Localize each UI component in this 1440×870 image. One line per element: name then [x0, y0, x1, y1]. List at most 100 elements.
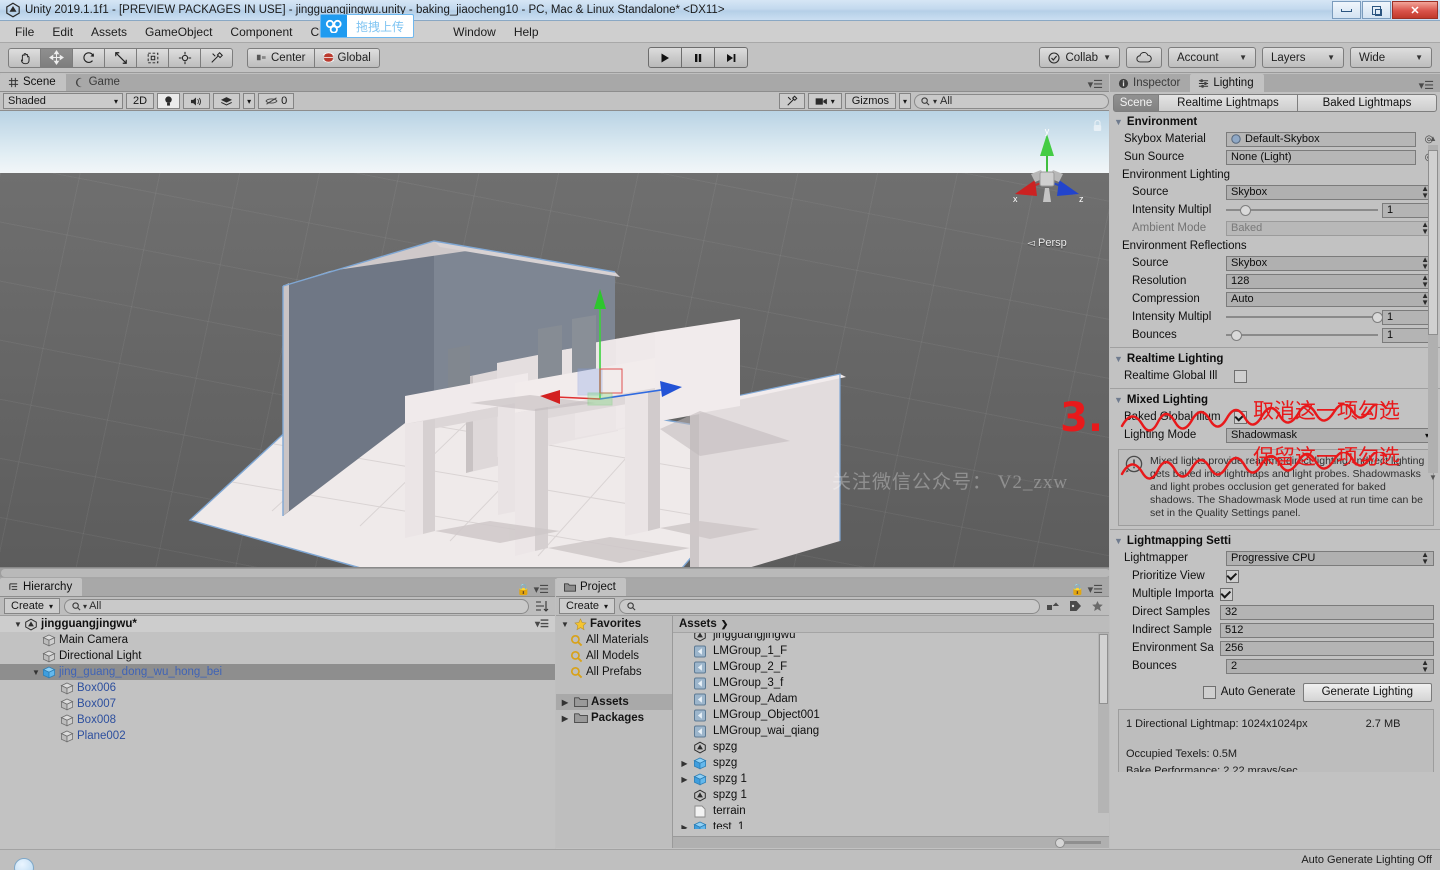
gizmos-dropdown-arrow[interactable]: ▾ [898, 93, 911, 109]
asset-row[interactable]: LMGroup_Adam [673, 691, 1109, 707]
scene-view-gizmo[interactable]: y x z [1007, 126, 1087, 226]
lm-bounces-dropdown[interactable]: 2 ▲ ▼ [1226, 658, 1434, 674]
chevron-right-icon[interactable]: ▶ [679, 759, 690, 768]
hierarchy-search-input[interactable]: ▾ All [64, 598, 529, 614]
subtab-realtime-lightmaps[interactable]: Realtime Lightmaps [1158, 94, 1298, 112]
tab-inspector[interactable]: Inspector [1110, 74, 1190, 92]
direct-samples-field[interactable]: 32 [1220, 604, 1434, 620]
scale-tool-icon[interactable] [104, 47, 137, 68]
move-tool-icon[interactable] [40, 47, 73, 68]
tab-scene[interactable]: Scene [0, 73, 66, 91]
tab-project[interactable]: Project [556, 578, 626, 596]
scene-gizmo-tools-icon[interactable] [778, 93, 805, 109]
handle-mode-button[interactable]: Global [313, 47, 380, 68]
close-button[interactable]: ✕ [1392, 1, 1438, 19]
scene-audio-toggle[interactable] [183, 93, 211, 109]
lighting-mode-dropdown[interactable]: Shadowmask ▾ [1226, 427, 1434, 443]
hierarchy-item-jing_guang_dong_wu_hong_bei[interactable]: ▼ jing_guang_dong_wu_hong_bei [0, 664, 555, 680]
scene-fx-dropdown[interactable]: ▾ [243, 93, 256, 109]
cloud-services-button[interactable] [1126, 47, 1162, 68]
scene-hidden-objects[interactable]: 0 [258, 93, 295, 109]
project-create-button[interactable]: Create ▾ [559, 598, 616, 614]
toggle-2d-button[interactable]: 2D [126, 93, 155, 109]
rotate-tool-icon[interactable] [72, 47, 105, 68]
indirect-samples-field[interactable]: 512 [1220, 622, 1434, 638]
favorites-header[interactable]: ▼ Favorites [556, 616, 672, 632]
env-source-dropdown[interactable]: Skybox ▲ ▼ [1226, 184, 1434, 200]
refl-intensity-slider[interactable] [1226, 310, 1383, 325]
asset-row[interactable]: ▶ test_1 [673, 819, 1109, 829]
gizmos-dropdown[interactable]: Gizmos [844, 93, 896, 109]
project-folder-assets[interactable]: ▶ Assets [556, 694, 672, 710]
scroll-down-icon[interactable]: ▼ [1428, 473, 1438, 484]
asset-row[interactable]: spzg 1 [673, 787, 1109, 803]
asset-row[interactable]: LMGroup_1_F [673, 643, 1109, 659]
compression-dropdown[interactable]: Auto ▲ ▼ [1226, 291, 1434, 307]
hierarchy-item-box008[interactable]: Box008 [0, 712, 555, 728]
refl-bounces-slider[interactable] [1226, 328, 1378, 343]
section-lightmapping-settings[interactable]: ▼ Lightmapping Setti [1110, 533, 1440, 549]
play-button[interactable] [648, 47, 682, 68]
hierarchy-panel-menu[interactable]: 🔒 ▾☰ [517, 583, 555, 596]
hierarchy-item-maincamera[interactable]: Main Camera [0, 632, 555, 648]
hierarchy-item-box006[interactable]: Box006 [0, 680, 555, 696]
favorite-star-icon[interactable] [1088, 598, 1106, 614]
breadcrumb-assets[interactable]: Assets [679, 618, 717, 630]
hierarchy-item-directionallight[interactable]: Directional Light [0, 648, 555, 664]
subtab-baked-lightmaps[interactable]: Baked Lightmaps [1297, 94, 1437, 112]
sun-source-field[interactable]: None (Light) [1226, 149, 1416, 165]
hand-tool-icon[interactable] [8, 47, 41, 68]
filter-by-type-icon[interactable] [1044, 598, 1062, 614]
layout-button[interactable]: Wide ▼ [1350, 47, 1432, 68]
scene-fx-toggle[interactable] [213, 93, 241, 109]
asset-row[interactable]: ▶ spzg [673, 755, 1109, 771]
lighting-vertical-scrollbar[interactable]: ▲ ▼ [1427, 134, 1439, 484]
draw-mode-dropdown[interactable]: Shaded ▾ [3, 93, 123, 109]
menu-edit[interactable]: Edit [43, 23, 82, 41]
section-realtime-lighting[interactable]: ▼ Realtime Lighting [1110, 351, 1440, 367]
scene-panel-menu-icon[interactable]: ▾☰ [1088, 78, 1109, 91]
resolution-dropdown[interactable]: 128 ▲ ▼ [1226, 273, 1434, 289]
project-search-input[interactable] [619, 598, 1040, 614]
asset-row[interactable]: terrain [673, 803, 1109, 819]
baked-gi-checkbox[interactable] [1234, 410, 1247, 424]
hierarchy-item-plane002[interactable]: Plane002 [0, 728, 555, 744]
scroll-up-icon[interactable]: ▲ [1428, 134, 1438, 145]
menu-window[interactable]: Window [444, 23, 505, 41]
project-vertical-scrollbar[interactable] [1098, 633, 1109, 813]
menu-gameobject[interactable]: GameObject [136, 23, 221, 41]
multiple-importance-checkbox[interactable] [1220, 587, 1233, 601]
tab-hierarchy[interactable]: Hierarchy [0, 578, 83, 596]
project-sidebar[interactable]: ▼ Favorites All Materials All Models All Pre… [556, 616, 673, 848]
projection-mode-label[interactable]: ◅ Persp [1007, 237, 1087, 249]
scene-context-menu-icon[interactable]: ▾☰ [535, 619, 549, 630]
env-intensity-slider[interactable] [1226, 203, 1378, 218]
asset-row[interactable]: LMGroup_wai_qiang [673, 723, 1109, 739]
skybox-material-field[interactable]: Default-Skybox [1226, 131, 1416, 147]
asset-row[interactable]: jingguangjingwu [673, 633, 1109, 643]
asset-row[interactable]: LMGroup_3_f [673, 675, 1109, 691]
realtime-gi-checkbox[interactable] [1234, 369, 1247, 383]
tab-lighting[interactable]: Lighting [1190, 74, 1264, 92]
scene-camera-icon[interactable]: ▾ [807, 93, 842, 109]
hierarchy-sort-icon[interactable] [533, 598, 551, 614]
lighting-panel-menu[interactable]: ▾☰ [1419, 79, 1440, 92]
favorite-all-prefabs[interactable]: All Prefabs [556, 664, 672, 680]
pivot-mode-button[interactable]: Center [247, 47, 315, 68]
scene-horizontal-scrollbar[interactable] [0, 567, 1109, 577]
project-content[interactable]: Assets ❯ jingguangjingwu LMGroup_1_F LMGro… [673, 616, 1109, 848]
pause-button[interactable] [681, 47, 715, 68]
prioritize-view-checkbox[interactable] [1226, 569, 1239, 583]
tab-game[interactable]: Game [66, 73, 130, 91]
hierarchy-tree[interactable]: ▼ jingguangjingwu* ▾☰ Main Camera Directiona… [0, 616, 555, 847]
project-folder-packages[interactable]: ▶ Packages [556, 710, 672, 726]
restore-button[interactable] [1362, 1, 1391, 19]
scene-lighting-toggle[interactable] [157, 93, 181, 109]
transform-tool-icon[interactable] [168, 47, 201, 68]
project-panel-menu[interactable]: 🔒 ▾☰ [1071, 583, 1109, 596]
chevron-right-icon[interactable]: ▶ [679, 823, 690, 830]
chevron-right-icon[interactable]: ▶ [559, 698, 571, 707]
hierarchy-item-jingguangjingwu[interactable]: ▼ jingguangjingwu* ▾☰ [0, 616, 555, 632]
collab-button[interactable]: Collab ▼ [1039, 47, 1120, 68]
asset-row[interactable]: LMGroup_Object001 [673, 707, 1109, 723]
